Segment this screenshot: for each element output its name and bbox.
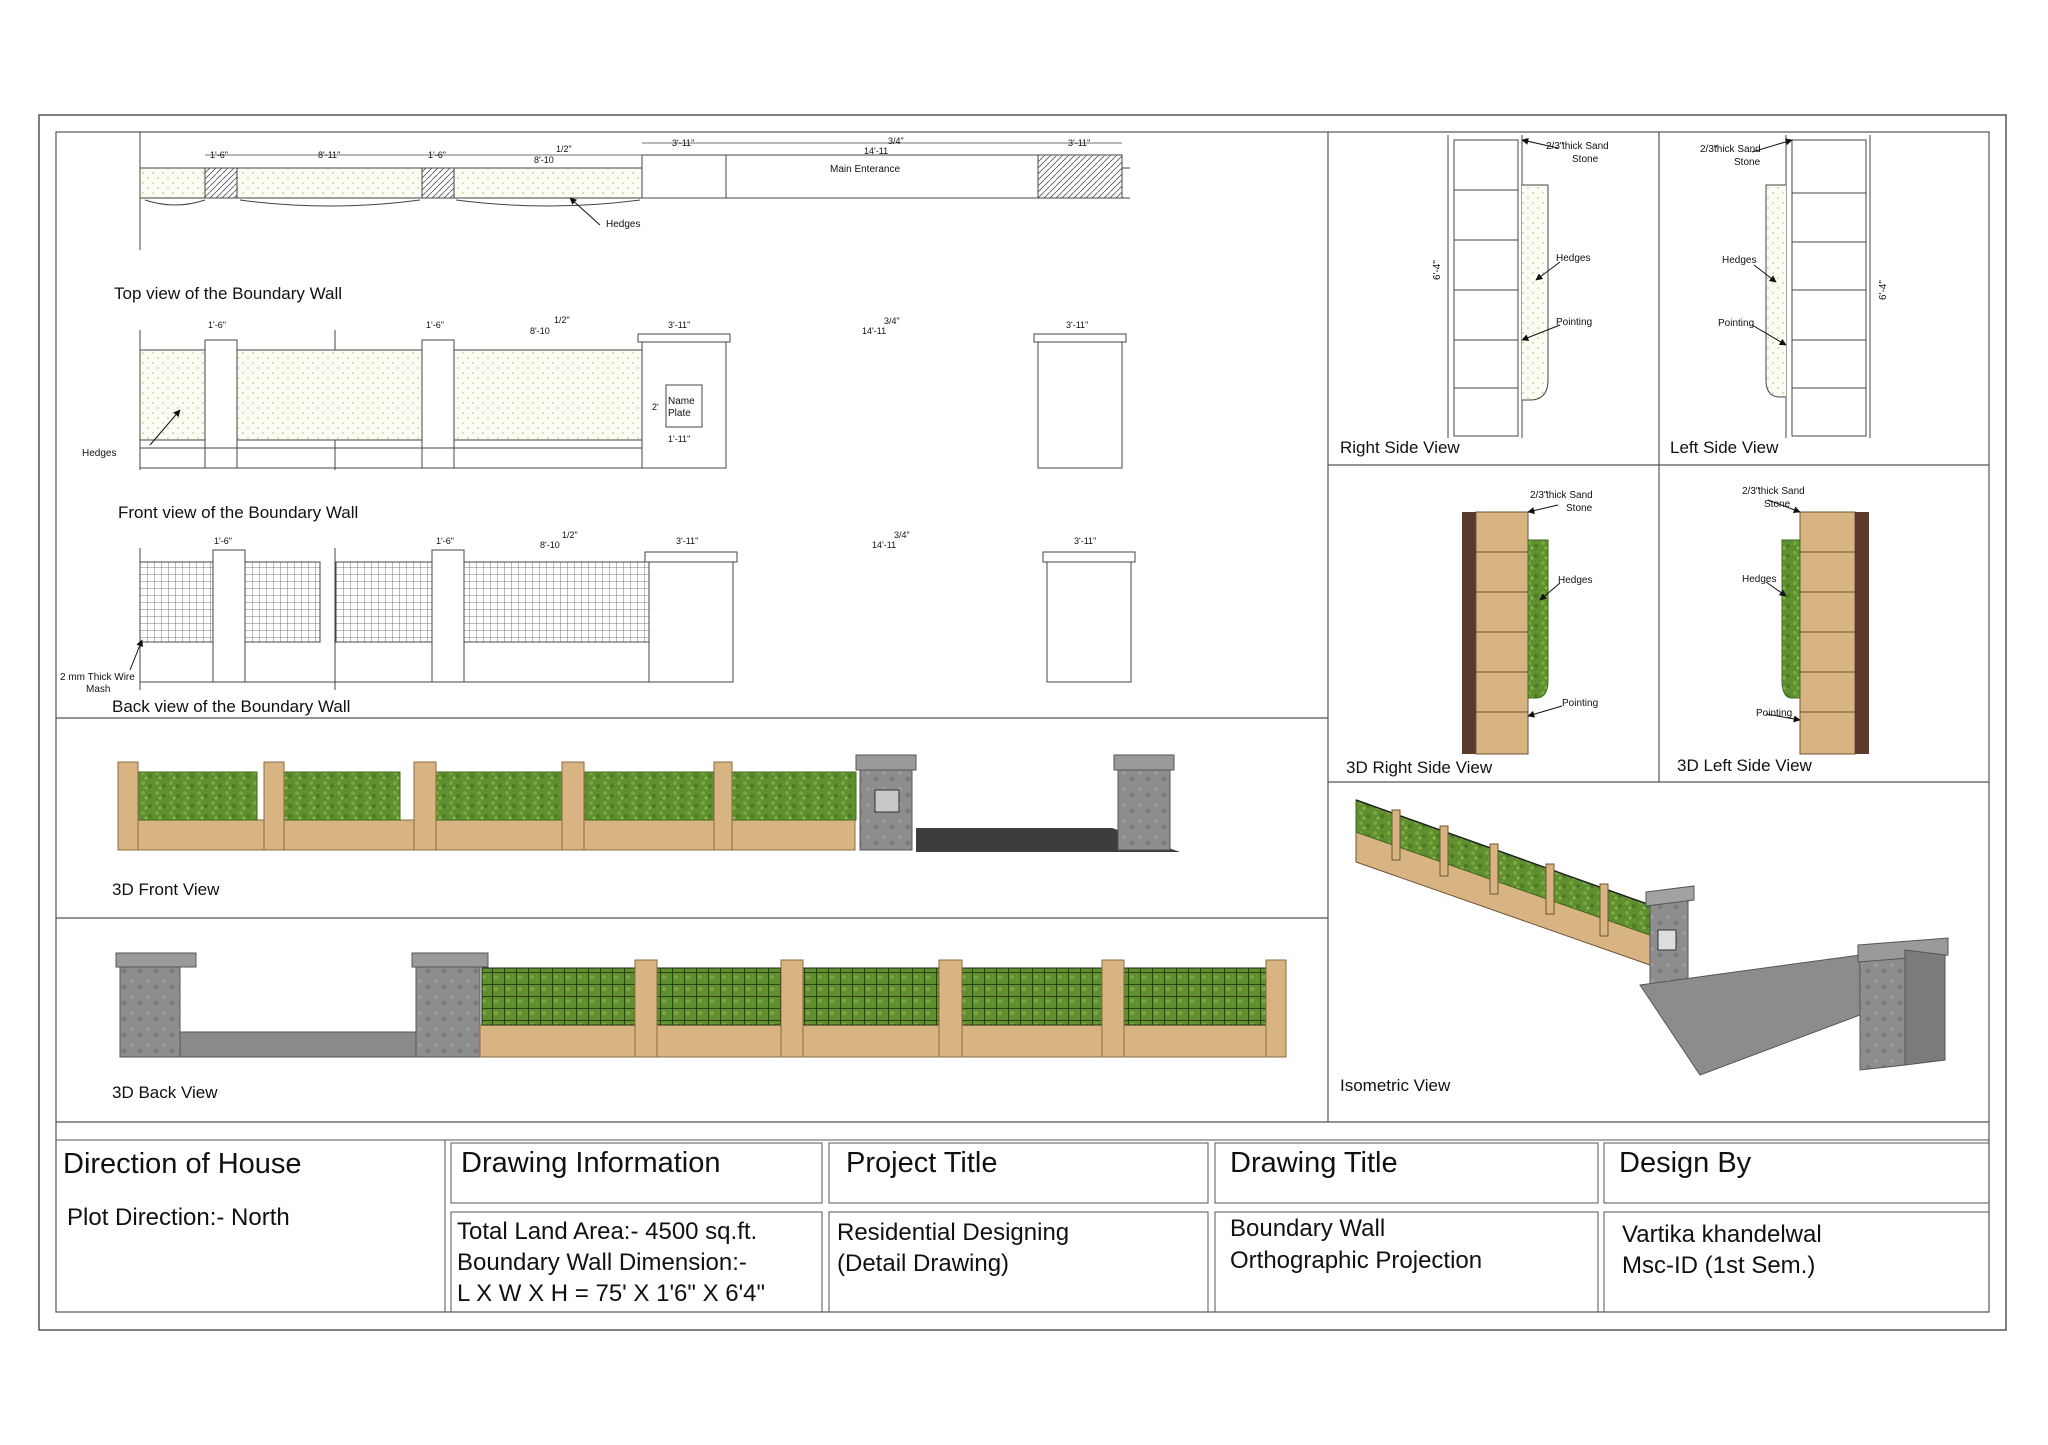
project-title-heading: Project Title [846, 1147, 998, 1179]
inner-border [55, 131, 1990, 1313]
drawing-title-heading: Drawing Title [1230, 1147, 1398, 1179]
dim-gatepost-front-2: 3'-11" [1066, 320, 1089, 330]
hedges-note-ls: Hedges [1722, 255, 1757, 266]
right-side-drawing [1447, 135, 1561, 438]
sand-stone-note-3dls-1: thick Sand [1758, 486, 1805, 497]
right-3d-side-drawing [1462, 504, 1563, 755]
dim-gate-front-frac: 3/4" [884, 316, 900, 326]
sand-stone-note-3drs-1: thick Sand [1546, 490, 1593, 501]
drawing-info-heading: Drawing Information [461, 1147, 721, 1179]
dim-panel-back-frac: 1/2" [562, 530, 578, 540]
drawing-title-line-2: Orthographic Projection [1230, 1247, 1483, 1274]
right-side-view-label: Right Side View [1340, 438, 1460, 457]
name-plate-note-2: Plate [668, 408, 691, 419]
dim-gate-top: 14'-11 [864, 146, 889, 156]
dim-gatepost-back-2: 3'-11" [1074, 536, 1097, 546]
front-3d-drawing [117, 754, 1180, 852]
dim-pillar-back-1: 1'-6" [214, 536, 232, 546]
front-view-drawing [139, 330, 1127, 470]
isometric-drawing [1355, 799, 1949, 1076]
name-plate-note-1: Name [668, 396, 695, 407]
design-by-heading: Design By [1619, 1147, 1752, 1179]
dim-gatepost-top-2: 3'-11" [1068, 138, 1091, 148]
dim-panel-top-1: 8'-11" [318, 150, 341, 160]
sand-stone-note-3drs-2: Stone [1566, 503, 1593, 514]
project-title-line-1: Residential Designing [837, 1219, 1070, 1246]
isometric-view-label: Isometric View [1340, 1076, 1451, 1095]
front-view-label: Front view of the Boundary Wall [118, 503, 359, 522]
sand-stone-note-ls-2: Stone [1734, 157, 1761, 168]
dim-gatepost-front-1: 3'-11" [668, 320, 691, 330]
designer-name: Vartika khandelwal [1622, 1221, 1822, 1248]
dim-panel-front: 8'-10 [530, 326, 550, 336]
front-3d-view-label: 3D Front View [112, 880, 220, 899]
dim-pillar-front-1: 1'-6" [208, 320, 226, 330]
back-3d-view-label: 3D Back View [112, 1083, 218, 1102]
pointing-note-3drs: Pointing [1562, 698, 1599, 709]
dim-gatepost-back-1: 3'-11" [676, 536, 699, 546]
dim-pillar-top-1: 1'-6" [210, 150, 228, 160]
land-area-text: Total Land Area:- 4500 sq.ft. [457, 1218, 758, 1245]
direction-heading: Direction of House [63, 1148, 302, 1180]
height-dim-rs: 6'-4" [1432, 260, 1443, 280]
dim-panel-top-2: 8'-10 [534, 155, 554, 165]
dim-gatepost-top-1: 3'-11" [672, 138, 695, 148]
right-3d-side-view-label: 3D Right Side View [1346, 758, 1493, 777]
dim-panel-front-frac: 1/2" [554, 315, 570, 325]
wall-lwh-text: L X W X H = 75' X 1'6" X 6'4" [457, 1280, 766, 1307]
dim-pillar-top-2: 1'-6" [428, 150, 446, 160]
stone-fraction-rs: 2/3" [1546, 141, 1564, 152]
designer-id: Msc-ID (1st Sem.) [1622, 1252, 1816, 1279]
top-view-label: Top view of the Boundary Wall [114, 284, 343, 303]
dim-name-plate-height: 2' [652, 402, 659, 412]
sand-stone-note-ls-1: thick Sand [1714, 144, 1761, 155]
back-view-drawing [129, 548, 1136, 690]
dim-name-plate-width: 1'-11" [668, 434, 691, 444]
left-side-drawing [1751, 135, 1871, 438]
left-3d-side-view-label: 3D Left Side View [1677, 756, 1812, 775]
pointing-note-3dls: Pointing [1756, 708, 1793, 719]
plot-direction-text: Plot Direction:- North [67, 1204, 290, 1231]
pointing-note-rs: Pointing [1556, 317, 1593, 328]
pointing-note-ls: Pointing [1718, 318, 1755, 329]
dim-panel-back: 8'-10 [540, 540, 560, 550]
dim-panel-top-2-frac: 1/2" [556, 144, 572, 154]
left-side-view-label: Left Side View [1670, 438, 1779, 457]
wire-mesh-note-2: Mash [86, 684, 111, 695]
hedges-note-3drs: Hedges [1558, 575, 1593, 586]
drawing-title-line-1: Boundary Wall [1230, 1215, 1386, 1242]
dim-gate-top-frac: 3/4" [888, 136, 904, 146]
stone-fraction-3drs: 2/3" [1530, 490, 1548, 501]
project-title-line-2: (Detail Drawing) [837, 1250, 1010, 1277]
hedges-note-front: Hedges [82, 448, 117, 459]
sand-stone-note-rs-1: thick Sand [1562, 141, 1609, 152]
sand-stone-note-rs-2: Stone [1572, 154, 1599, 165]
hedges-note-rs: Hedges [1556, 253, 1591, 264]
dim-gate-front: 14'-11 [862, 326, 887, 336]
wall-dimension-text: Boundary Wall Dimension:- [457, 1249, 747, 1276]
top-view-drawing [139, 132, 1130, 250]
dim-pillar-back-2: 1'-6" [436, 536, 454, 546]
wire-mesh-note-1: 2 mm Thick Wire [60, 672, 135, 683]
back-view-label: Back view of the Boundary Wall [112, 697, 351, 716]
hedges-note-top: Hedges [606, 219, 641, 230]
dim-gate-back: 14'-11 [872, 540, 897, 550]
stone-fraction-3dls: 2/3" [1742, 486, 1760, 497]
back-3d-drawing [115, 952, 1287, 1058]
hedges-note-3dls: Hedges [1742, 574, 1777, 585]
height-dim-ls: 6'-4" [1878, 280, 1889, 300]
dim-pillar-front-2: 1'-6" [426, 320, 444, 330]
dim-gate-back-frac: 3/4" [894, 530, 910, 540]
sand-stone-note-3dls-2: Stone [1764, 499, 1791, 510]
main-entrance-note: Main Enterance [830, 164, 901, 175]
